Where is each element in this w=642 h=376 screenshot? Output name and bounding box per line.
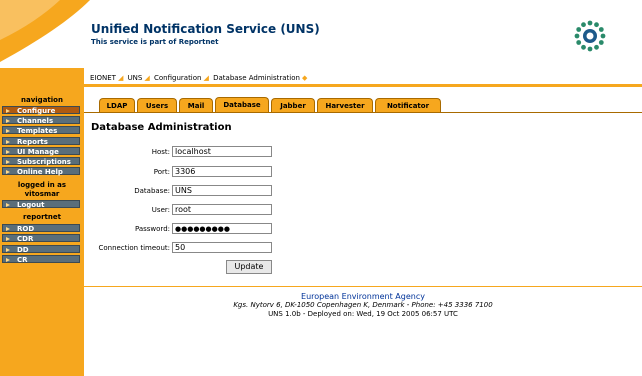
app-subtitle: This service is part of Reportnet: [91, 38, 219, 46]
user-label: User:: [151, 206, 170, 214]
nav-item-reports[interactable]: Reports: [2, 137, 80, 146]
connection-timeout-label: Connection timeout:: [98, 244, 170, 252]
host-label: Host:: [151, 148, 170, 156]
footer-divider: [84, 286, 642, 287]
footer-agency: European Environment Agency: [301, 292, 425, 301]
tab-database[interactable]: Database: [215, 97, 269, 112]
tab-harvester[interactable]: Harvester: [317, 98, 373, 112]
password-label: Password:: [134, 225, 170, 233]
breadcrumb-end-marker: ◆: [301, 74, 308, 82]
bottom-strip: [84, 368, 642, 376]
nav-heading: navigation: [21, 96, 63, 104]
breadcrumb-separator: ◢: [144, 74, 150, 82]
connection-timeout-field[interactable]: 50: [172, 242, 272, 253]
footer-version: UNS 1.0b - Deployed on: Wed, 19 Oct 2005…: [268, 310, 458, 318]
breadcrumb-underline: [84, 84, 642, 87]
eea-logo-icon: [574, 20, 606, 52]
nav-item-cr[interactable]: CR: [2, 255, 80, 264]
user-field[interactable]: root: [172, 204, 272, 215]
host-field[interactable]: localhost: [172, 146, 272, 157]
breadcrumb-uns[interactable]: UNS: [128, 74, 143, 82]
app-title: Unified Notification Service (UNS): [91, 22, 320, 36]
tab-notificator[interactable]: Notificator: [375, 98, 441, 112]
tab-users[interactable]: Users: [137, 98, 177, 112]
nav-item-configure[interactable]: Configure: [2, 106, 80, 115]
port-field[interactable]: 3306: [172, 166, 272, 177]
nav-item-templates[interactable]: Templates: [2, 126, 80, 135]
breadcrumb: EIONET ◢ UNS ◢ Configuration ◢ Database Adm…: [90, 74, 309, 82]
database-field[interactable]: UNS: [172, 185, 272, 196]
password-field[interactable]: ●●●●●●●●●: [172, 223, 272, 234]
tab-jabber[interactable]: Jabber: [271, 98, 315, 112]
database-label: Database:: [134, 187, 170, 195]
page-title: Database Administration: [91, 122, 232, 133]
nav-item-subscriptions[interactable]: Subscriptions: [2, 157, 80, 166]
breadcrumb-configuration[interactable]: Configuration: [154, 74, 201, 82]
breadcrumb-separator: ◢: [203, 74, 209, 82]
breadcrumb-current: Database Administration: [213, 74, 300, 82]
update-button[interactable]: Update: [226, 260, 272, 274]
breadcrumb-separator: ◢: [117, 74, 124, 82]
header-banner: Unified Notification Service (UNS) This …: [0, 0, 642, 68]
port-label: Port:: [153, 168, 170, 176]
banner-swoosh-graphic: [0, 0, 90, 62]
footer-address: Kgs. Nytorv 6, DK-1050 Copenhagen K, Den…: [233, 301, 493, 309]
nav-item-channels[interactable]: Channels: [2, 116, 80, 125]
reportnet-heading: reportnet: [23, 213, 61, 221]
tab-ldap[interactable]: LDAP: [99, 98, 135, 112]
tab-mail[interactable]: Mail: [179, 98, 213, 112]
nav-item-cdr[interactable]: CDR: [2, 234, 80, 243]
breadcrumb-eionet[interactable]: EIONET: [90, 74, 116, 82]
